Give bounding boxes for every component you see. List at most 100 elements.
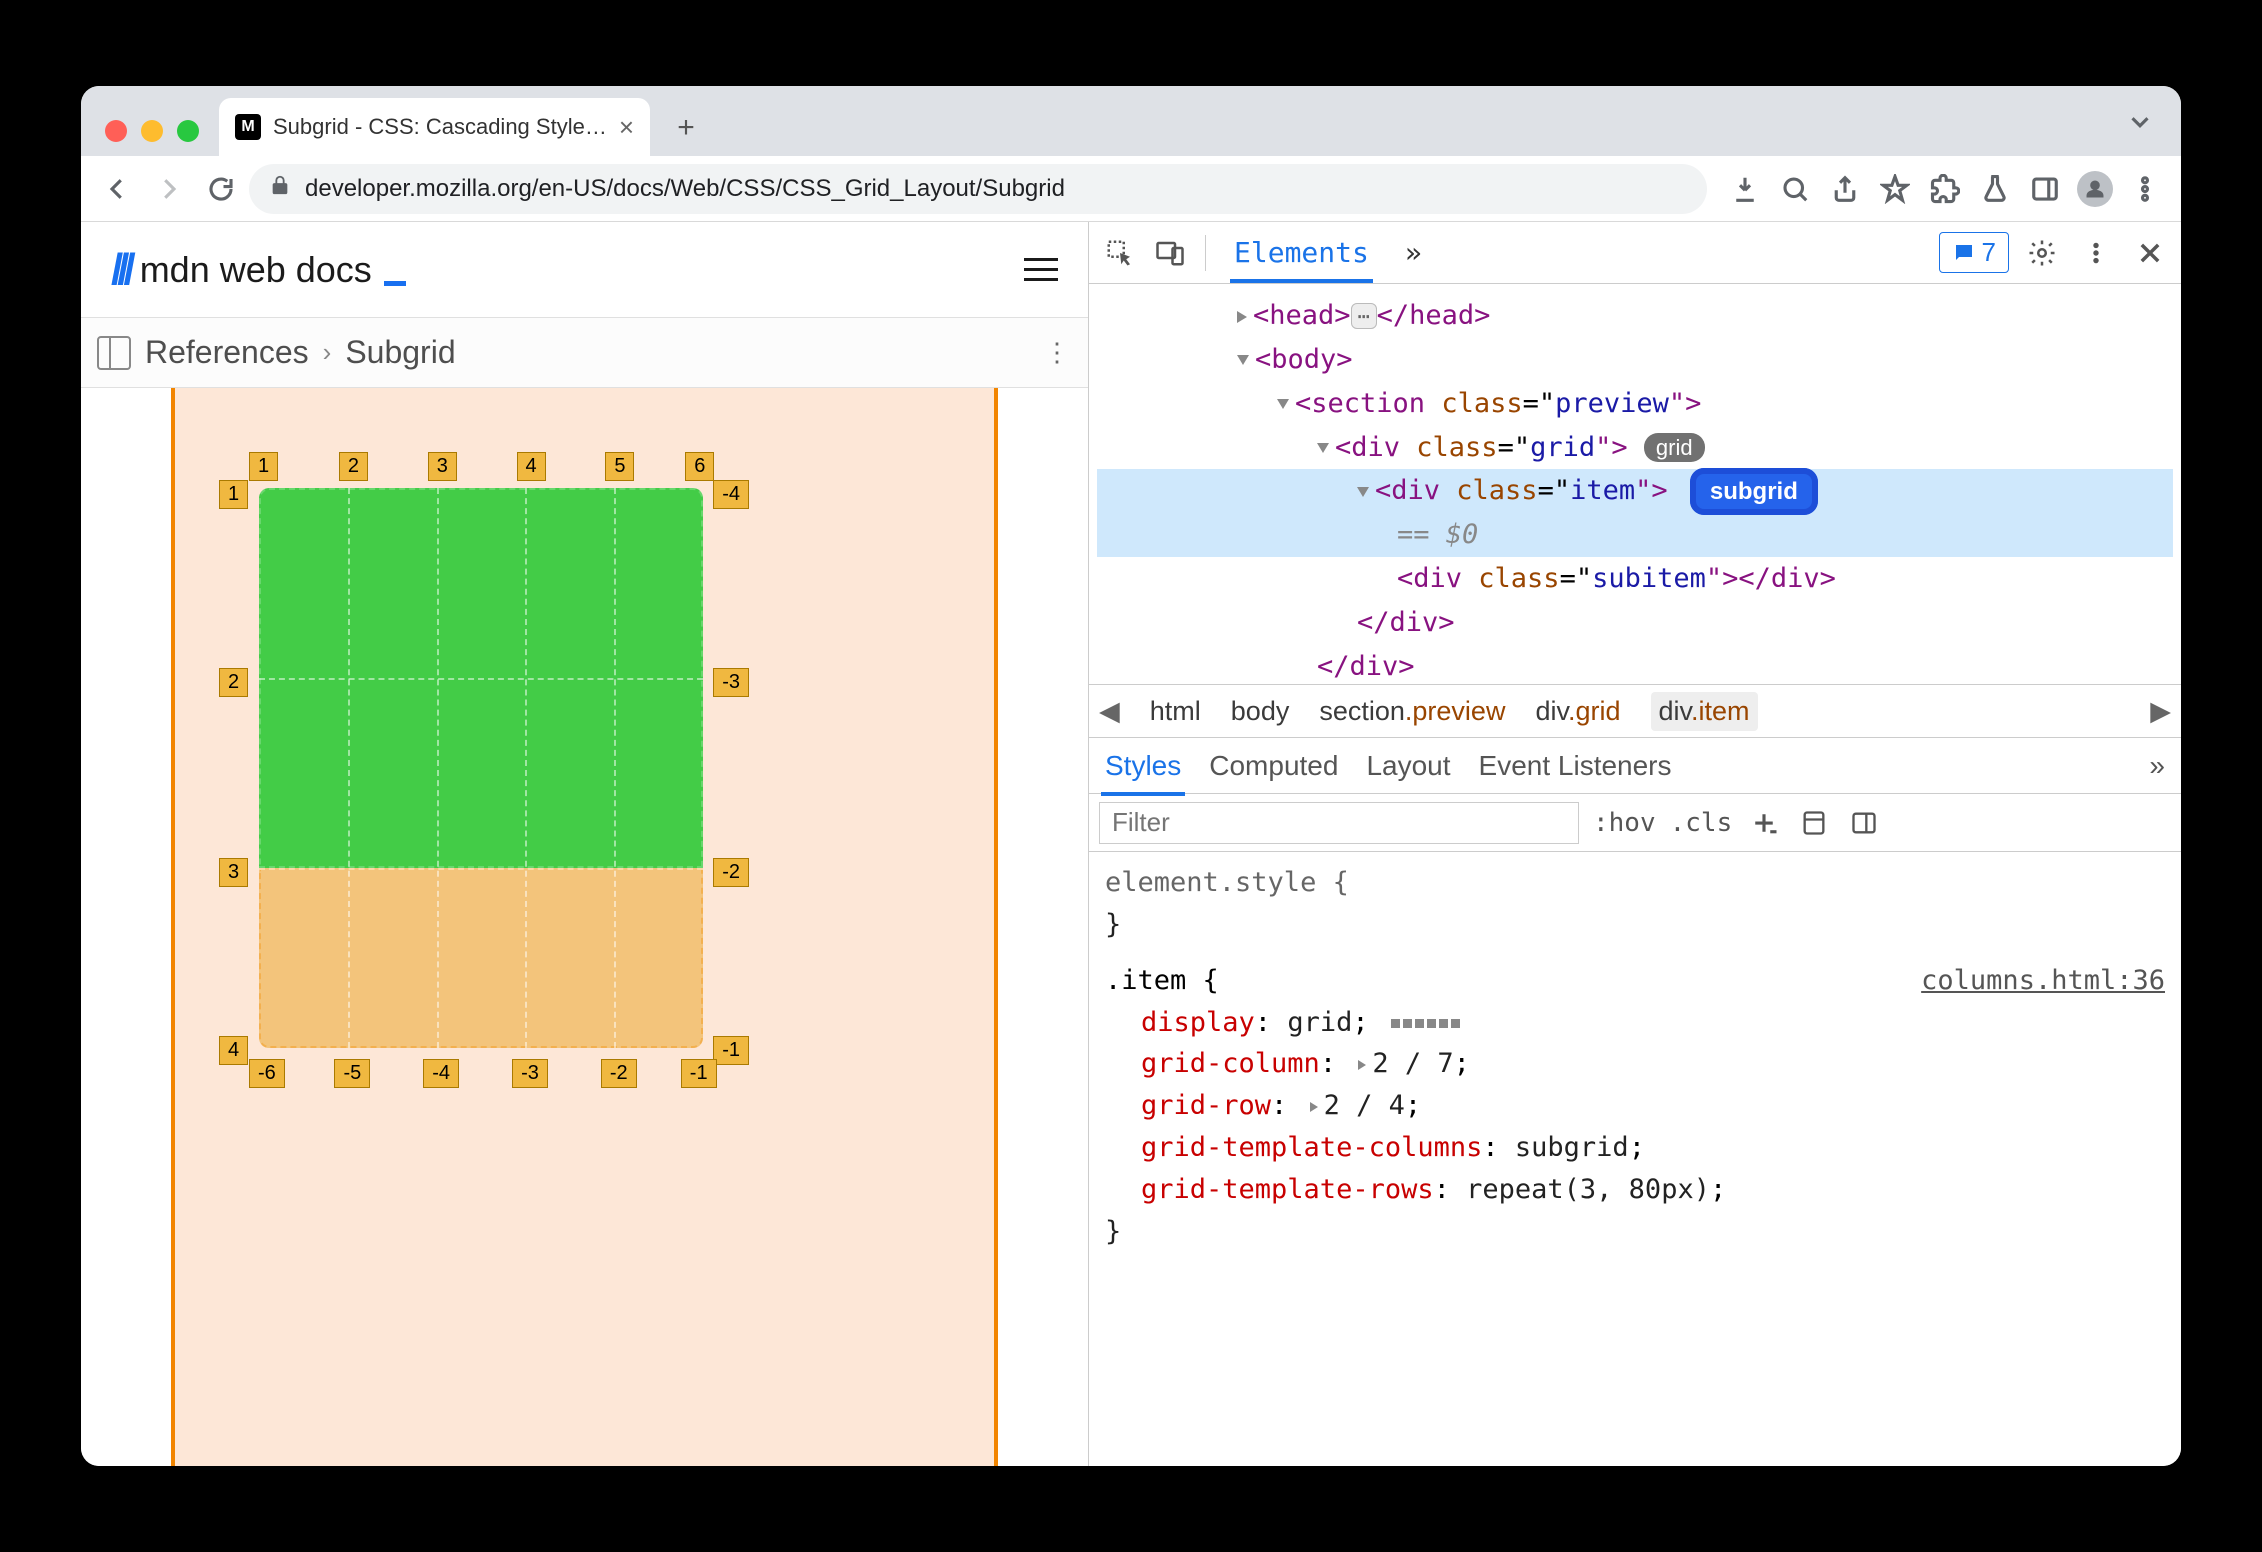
browser-toolbar: developer.mozilla.org/en-US/docs/Web/CSS… [81,156,2181,222]
grid-overlay: 1 2 3 4 5 6 1 2 3 4 -4 -3 -2 [259,488,703,1048]
menu-button[interactable] [1024,258,1058,281]
grid-badge[interactable]: grid [1644,433,1705,462]
grid-line-label: 2 [339,452,368,481]
computed-styles-icon[interactable] [1796,805,1832,841]
grid-line-label: 1 [219,480,248,509]
labs-icon[interactable] [1971,165,2019,213]
mdn-logo-text: mdn web docs [140,249,372,291]
forward-button[interactable] [145,165,193,213]
crumb-item[interactable]: section.preview [1319,696,1505,727]
tab-elements[interactable]: Elements [1220,222,1383,283]
url-text: developer.mozilla.org/en-US/docs/Web/CSS… [305,175,1065,203]
grid-editor-icon[interactable] [1391,1019,1460,1028]
grid-line-label: 3 [428,452,457,481]
grid-line-label: -3 [512,1059,548,1088]
styles-pane[interactable]: element.style { } .item { columns.html:3… [1089,852,2181,1263]
expand-icon[interactable] [1358,1060,1366,1070]
side-panel-icon[interactable] [2021,165,2069,213]
devtools-menu-icon[interactable] [2075,232,2117,274]
breadcrumb-root[interactable]: References [145,334,309,371]
grid-item-tan [259,868,703,1048]
subgrid-badge[interactable]: subgrid [1690,468,1818,515]
share-icon[interactable] [1821,165,1869,213]
grid-line-label: -2 [601,1059,637,1088]
tab-bar: M Subgrid - CSS: Cascading Style… × + [81,86,2181,156]
grid-line-label: 6 [685,452,714,481]
grid-line-label: -6 [249,1059,285,1088]
crumb-item[interactable]: body [1231,696,1290,727]
zoom-icon[interactable] [1771,165,1819,213]
styles-filter-input[interactable] [1099,802,1579,844]
minimize-window-button[interactable] [141,120,163,142]
mdn-logo[interactable]: /// mdn web docs [111,245,406,295]
crumb-item[interactable]: html [1150,696,1201,727]
install-icon[interactable] [1721,165,1769,213]
dom-breadcrumbs: ◀ html body section.preview div.grid div… [1089,684,2181,738]
grid-line-label: 2 [219,668,248,697]
content-area: /// mdn web docs References › Subgrid ⋮ [81,222,2181,1466]
extensions-icon[interactable] [1921,165,1969,213]
dom-node: </div> [1357,607,1455,638]
dom-tree[interactable]: <head>⋯</head> <body> <section class="pr… [1089,284,2181,684]
dom-node[interactable]: <body> [1255,344,1353,375]
device-toggle-icon[interactable] [1149,232,1191,274]
grid-line-label: 1 [249,452,278,481]
inspect-element-icon[interactable] [1099,232,1141,274]
bookmark-icon[interactable] [1871,165,1919,213]
crumbs-scroll-right[interactable]: ▶ [2150,696,2171,727]
subtabs-overflow[interactable]: » [2149,750,2165,782]
dom-node: </div> [1317,651,1415,682]
dom-node-selected[interactable]: <div class="item"> subgrid [1097,469,2173,513]
browser-tab[interactable]: M Subgrid - CSS: Cascading Style… × [219,98,650,156]
grid-line-label: -3 [713,668,749,697]
crumb-item-selected[interactable]: div.item [1651,692,1758,731]
page-viewport: /// mdn web docs References › Subgrid ⋮ [81,222,1089,1466]
toggle-sidebar-icon[interactable] [1846,805,1882,841]
reload-button[interactable] [197,165,245,213]
lock-icon [269,174,291,203]
grid-line-label: -5 [334,1059,370,1088]
grid-line-label: -2 [713,858,749,887]
toolbar-actions [1711,165,2169,213]
crumb-item[interactable]: div.grid [1535,696,1620,727]
grid-line-label: -4 [423,1059,459,1088]
close-window-button[interactable] [105,120,127,142]
maximize-window-button[interactable] [177,120,199,142]
address-bar[interactable]: developer.mozilla.org/en-US/docs/Web/CSS… [249,164,1707,214]
crumbs-scroll-left[interactable]: ◀ [1099,696,1120,727]
new-tab-button[interactable]: + [668,110,704,146]
sidebar-toggle-icon[interactable] [97,336,131,370]
tab-computed[interactable]: Computed [1209,750,1338,782]
profile-button[interactable] [2071,165,2119,213]
breadcrumb-more-button[interactable]: ⋮ [1044,337,1072,368]
dom-node[interactable]: <head> [1253,300,1351,331]
tab-layout[interactable]: Layout [1366,750,1450,782]
expand-icon[interactable] [1310,1102,1318,1112]
grid-line-label: 3 [219,858,248,887]
hov-toggle[interactable]: :hov [1593,808,1656,838]
grid-line-label: 4 [219,1036,248,1065]
tab-event-listeners[interactable]: Event Listeners [1479,750,1672,782]
new-style-rule-icon[interactable] [1746,805,1782,841]
grid-line-label: -1 [681,1059,717,1088]
tabs-menu-button[interactable] [2125,107,2155,142]
tab-close-button[interactable]: × [619,112,634,143]
grid-line-label: -4 [713,480,749,509]
panels-overflow-button[interactable]: » [1391,222,1436,283]
console-ref: == $0 [1397,519,1478,550]
style-source-link[interactable]: columns.html:36 [1921,960,2165,1002]
browser-menu-button[interactable] [2121,165,2169,213]
styles-filter-bar: :hov .cls [1089,794,2181,852]
settings-icon[interactable] [2021,232,2063,274]
grid-line-label: -1 [713,1036,749,1065]
devtools-close-icon[interactable] [2129,232,2171,274]
cls-toggle[interactable]: .cls [1670,808,1733,838]
dom-node: </head> [1377,300,1491,331]
window-controls [95,120,209,156]
example-preview: 1 2 3 4 5 6 1 2 3 4 -4 -3 -2 [121,388,1048,1466]
cursor-icon [384,281,406,286]
style-selector: element.style { [1105,867,1349,898]
tab-styles[interactable]: Styles [1105,750,1181,782]
issues-badge[interactable]: 7 [1939,232,2009,273]
back-button[interactable] [93,165,141,213]
